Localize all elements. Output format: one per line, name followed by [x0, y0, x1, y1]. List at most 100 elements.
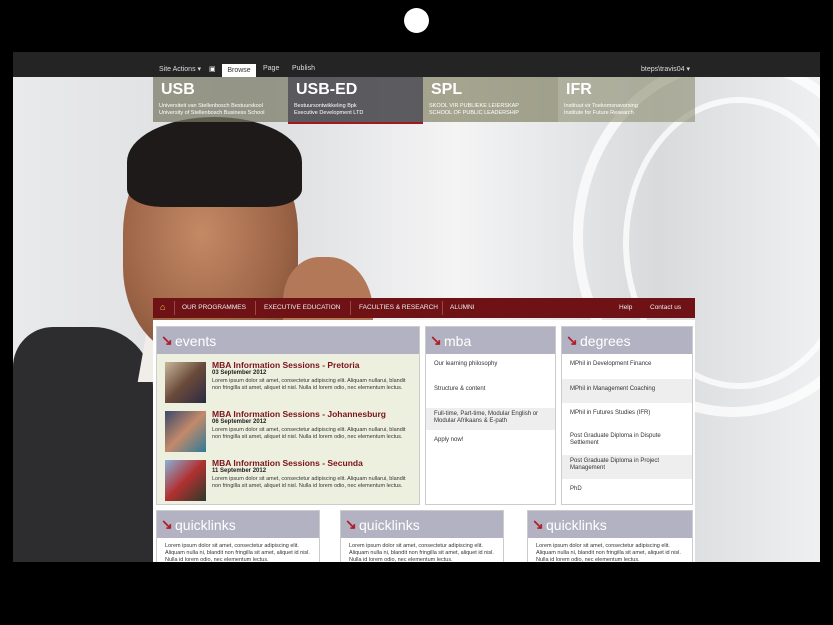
nav-contact-us[interactable]: Contact us [650, 304, 681, 311]
events-title: events [175, 333, 217, 349]
nav-alumni[interactable]: ALUMNI [450, 304, 475, 311]
quicklinks-text: Lorem ipsum dolor sit amet, consectetur … [349, 543, 494, 562]
event-photo [165, 460, 206, 501]
site-code: USB [161, 81, 195, 98]
event-photo [165, 411, 206, 452]
site-description: Instituut vir Toekomsnavorsing Institute … [564, 103, 689, 117]
mba-link[interactable]: Full-time, Part-time, Modular English or… [426, 408, 555, 430]
nav-executive-education[interactable]: EXECUTIVE EDUCATION [264, 304, 340, 311]
mba-link-label[interactable]: Structure & content [434, 386, 485, 392]
event-text: Lorem ipsum dolor sit amet, consectetur … [212, 378, 406, 391]
site-spl[interactable]: SPL SKOOL VIR PUBLIEKE LEIERSKAP SCHOOL O… [423, 77, 558, 122]
main-nav: ⌂ OUR PROGRAMMES EXECUTIVE EDUCATION FAC… [153, 298, 695, 318]
event-item[interactable]: MBA Information Sessions - Secunda 11 Se… [157, 457, 419, 505]
arrow-down-right-icon: ↘ [566, 332, 578, 348]
degrees-title: degrees [580, 333, 631, 349]
man-suit [13, 327, 153, 562]
site-code: SPL [431, 81, 463, 98]
site-desc-line: SKOOL VIR PUBLIEKE LEIERSKAP [429, 103, 519, 109]
quicklinks-text: Lorem ipsum dolor sit amet, consectetur … [536, 543, 681, 562]
nav-help[interactable]: Help [619, 304, 632, 311]
user-menu[interactable]: bteps\travis04 ▾ [641, 65, 690, 73]
nav-faculties-research[interactable]: FACULTIES & RESEARCH [359, 304, 438, 311]
degree-link-label[interactable]: MPhil in Management Coaching [570, 386, 655, 392]
home-icon[interactable]: ⌂ [160, 302, 165, 312]
mba-link-label[interactable]: Full-time, Part-time, Modular English or… [434, 411, 549, 425]
quicklinks-panel: ↘ quicklinks Lorem ipsum dolor sit amet,… [527, 510, 693, 562]
event-date: 03 September 2012 [212, 370, 267, 376]
arrow-down-right-icon: ↘ [532, 516, 544, 532]
site-desc-line: Executive Development LTD [294, 110, 364, 116]
nav-divider [174, 301, 175, 315]
tab-browse[interactable]: Browse [222, 64, 256, 77]
site-desc-line: SCHOOL OF PUBLIC LEADERSHIP [429, 110, 519, 116]
event-date: 11 September 2012 [212, 468, 267, 474]
ribbon-toolbar: Site Actions ▾ ▣ Browse Page Publish bte… [13, 52, 820, 77]
quicklinks-header: ↘ quicklinks [341, 511, 503, 538]
site-description: SKOOL VIR PUBLIEKE LEIERSKAP SCHOOL OF PU… [429, 103, 554, 117]
event-photo [165, 362, 206, 403]
site-usb[interactable]: USB Universiteit van Stellenbosch Bestuu… [153, 77, 288, 122]
degree-link-label[interactable]: Post Graduate Diploma in Dispute Settlem… [570, 433, 685, 447]
nav-divider [442, 301, 443, 315]
arrow-down-right-icon: ↘ [430, 332, 442, 348]
nav-our-programmes[interactable]: OUR PROGRAMMES [182, 304, 246, 311]
quicklinks-header: ↘ quicklinks [157, 511, 319, 538]
edit-page-icon[interactable]: ▣ [209, 65, 216, 73]
event-title[interactable]: MBA Information Sessions - Johannesburg [212, 409, 386, 419]
tab-page[interactable]: Page [263, 65, 279, 72]
mba-link-label[interactable]: Our learning philosophy [434, 361, 497, 367]
quicklinks-header: ↘ quicklinks [528, 511, 692, 538]
site-desc-line: Universiteit van Stellenbosch Bestuursko… [159, 103, 263, 109]
degrees-panel: ↘ degrees MPhil in Development Finance M… [561, 326, 693, 505]
site-usb-ed[interactable]: USB-ED Bestuursontwikkeling Bpk Executive… [288, 77, 423, 124]
site-actions-menu[interactable]: Site Actions ▾ [159, 65, 201, 73]
nav-divider [350, 301, 351, 315]
events-header: ↘ events [157, 327, 419, 354]
degree-link-label[interactable]: Post Graduate Diploma in Project Managem… [570, 458, 685, 472]
content-area: ↘ events MBA Information Sessions - Pret… [153, 320, 695, 562]
site-switcher: USB Universiteit van Stellenbosch Bestuu… [153, 77, 695, 124]
site-description: Bestuursontwikkeling Bpk Executive Develo… [294, 103, 419, 117]
camera-dot [404, 8, 429, 33]
arrow-down-right-icon: ↘ [161, 332, 173, 348]
mba-panel: ↘ mba Our learning philosophy Structure … [425, 326, 556, 505]
degree-link[interactable]: MPhil in Management Coaching [562, 379, 692, 403]
event-text: Lorem ipsum dolor sit amet, consectetur … [212, 476, 406, 489]
quicklinks-title: quicklinks [175, 517, 236, 533]
event-title[interactable]: MBA Information Sessions - Secunda [212, 458, 363, 468]
site-code: USB-ED [296, 81, 358, 98]
quicklinks-panel: ↘ quicklinks Lorem ipsum dolor sit amet,… [156, 510, 320, 562]
tab-publish[interactable]: Publish [292, 65, 315, 72]
degree-link[interactable]: Post Graduate Diploma in Project Managem… [562, 455, 692, 479]
man-hair [127, 117, 302, 207]
degree-link-label[interactable]: MPhil in Development Finance [570, 361, 651, 367]
site-ifr[interactable]: IFR Instituut vir Toekomsnavorsing Instit… [558, 77, 695, 122]
quicklinks-panel: ↘ quicklinks Lorem ipsum dolor sit amet,… [340, 510, 504, 562]
arrow-down-right-icon: ↘ [161, 516, 173, 532]
event-text: Lorem ipsum dolor sit amet, consectetur … [212, 427, 406, 440]
site-description: Universiteit van Stellenbosch Bestuursko… [159, 103, 284, 117]
site-desc-line: University of Stellenbosch Business Scho… [159, 110, 265, 116]
event-title[interactable]: MBA Information Sessions - Pretoria [212, 360, 360, 370]
browser-screen: Site Actions ▾ ▣ Browse Page Publish bte… [13, 52, 820, 562]
quicklinks-title: quicklinks [546, 517, 607, 533]
degree-link-label[interactable]: MPhil in Futures Studies (IFR) [570, 410, 650, 416]
event-item[interactable]: MBA Information Sessions - Pretoria 03 S… [157, 359, 419, 407]
mba-header: ↘ mba [426, 327, 555, 354]
nav-divider [255, 301, 256, 315]
degree-link-label[interactable]: PhD [570, 486, 582, 492]
events-panel: ↘ events MBA Information Sessions - Pret… [156, 326, 420, 505]
site-desc-line: Institute for Future Research [564, 110, 634, 116]
site-code: IFR [566, 81, 592, 98]
event-item[interactable]: MBA Information Sessions - Johannesburg … [157, 408, 419, 456]
site-desc-line: Bestuursontwikkeling Bpk [294, 103, 357, 109]
arrow-down-right-icon: ↘ [345, 516, 357, 532]
mba-link-label[interactable]: Apply now! [434, 437, 463, 443]
quicklinks-text: Lorem ipsum dolor sit amet, consectetur … [165, 543, 310, 562]
mba-title: mba [444, 333, 472, 349]
degrees-header: ↘ degrees [562, 327, 692, 354]
quicklinks-title: quicklinks [359, 517, 420, 533]
event-date: 06 September 2012 [212, 419, 267, 425]
site-desc-line: Instituut vir Toekomsnavorsing [564, 103, 638, 109]
